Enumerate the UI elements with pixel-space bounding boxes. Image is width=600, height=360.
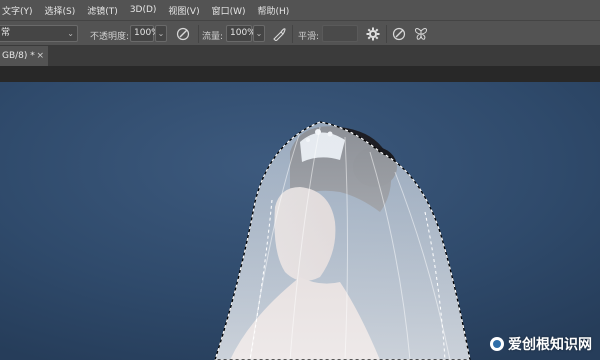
pressure-size-icon [392, 27, 406, 41]
chevron-down-icon[interactable]: ⌄ [155, 25, 167, 42]
airbrush-button[interactable] [270, 25, 288, 43]
divider [386, 25, 387, 43]
pressure-size-button[interactable] [390, 25, 408, 43]
flow-field[interactable]: 100% ⌄ [226, 25, 265, 42]
chevron-down-icon[interactable]: ⌄ [253, 25, 265, 42]
flow-label: 流量: [202, 32, 224, 42]
options-bar: 常 ⌄ 不透明度: 100% ⌄ 流量: 100% ⌄ 平滑: [0, 20, 600, 46]
watermark-logo-icon [490, 337, 504, 351]
menu-window[interactable]: 窗口(W) [212, 4, 246, 17]
blend-mode-value: 常 [1, 28, 11, 38]
workspace-gap [0, 66, 600, 82]
blend-mode-select[interactable]: 常 ⌄ [0, 25, 78, 42]
watermark: 爱创根知识网 [490, 334, 592, 354]
image-canvas[interactable]: 爱创根知识网 [0, 82, 600, 360]
menu-type[interactable]: 文字(Y) [2, 4, 33, 17]
menu-view[interactable]: 视图(V) [168, 4, 199, 17]
smoothing-options-button[interactable] [364, 25, 382, 43]
flow-value: 100% [230, 28, 256, 38]
watermark-text: 爱创根知识网 [508, 337, 592, 353]
menu-select[interactable]: 选择(S) [45, 4, 76, 17]
symmetry-button[interactable] [412, 25, 430, 43]
gear-icon [366, 27, 380, 41]
menu-bar: 文字(Y) 选择(S) 滤镜(T) 3D(D) 视图(V) 窗口(W) 帮助(H… [0, 0, 600, 20]
menu-3d[interactable]: 3D(D) [130, 5, 157, 15]
document-tab[interactable]: GB/8) * × [0, 46, 48, 66]
close-icon[interactable]: × [36, 46, 44, 66]
bride-photo [0, 82, 600, 360]
opacity-field[interactable]: 100% ⌄ [130, 25, 167, 42]
menu-filter[interactable]: 滤镜(T) [87, 4, 118, 17]
airbrush-icon [273, 28, 286, 41]
divider [292, 25, 293, 43]
smoothing-label: 平滑: [298, 32, 320, 42]
butterfly-symmetry-icon [414, 28, 428, 40]
pressure-opacity-button[interactable] [174, 25, 192, 43]
chevron-down-icon: ⌄ [67, 29, 74, 38]
divider [198, 25, 199, 43]
smoothing-field[interactable] [322, 25, 358, 42]
menu-help[interactable]: 帮助(H) [258, 4, 290, 17]
document-tab-label: GB/8) * [2, 51, 35, 61]
opacity-label: 不透明度: [90, 32, 130, 42]
pressure-opacity-icon [176, 27, 190, 41]
document-tabs: GB/8) * × [0, 46, 600, 66]
